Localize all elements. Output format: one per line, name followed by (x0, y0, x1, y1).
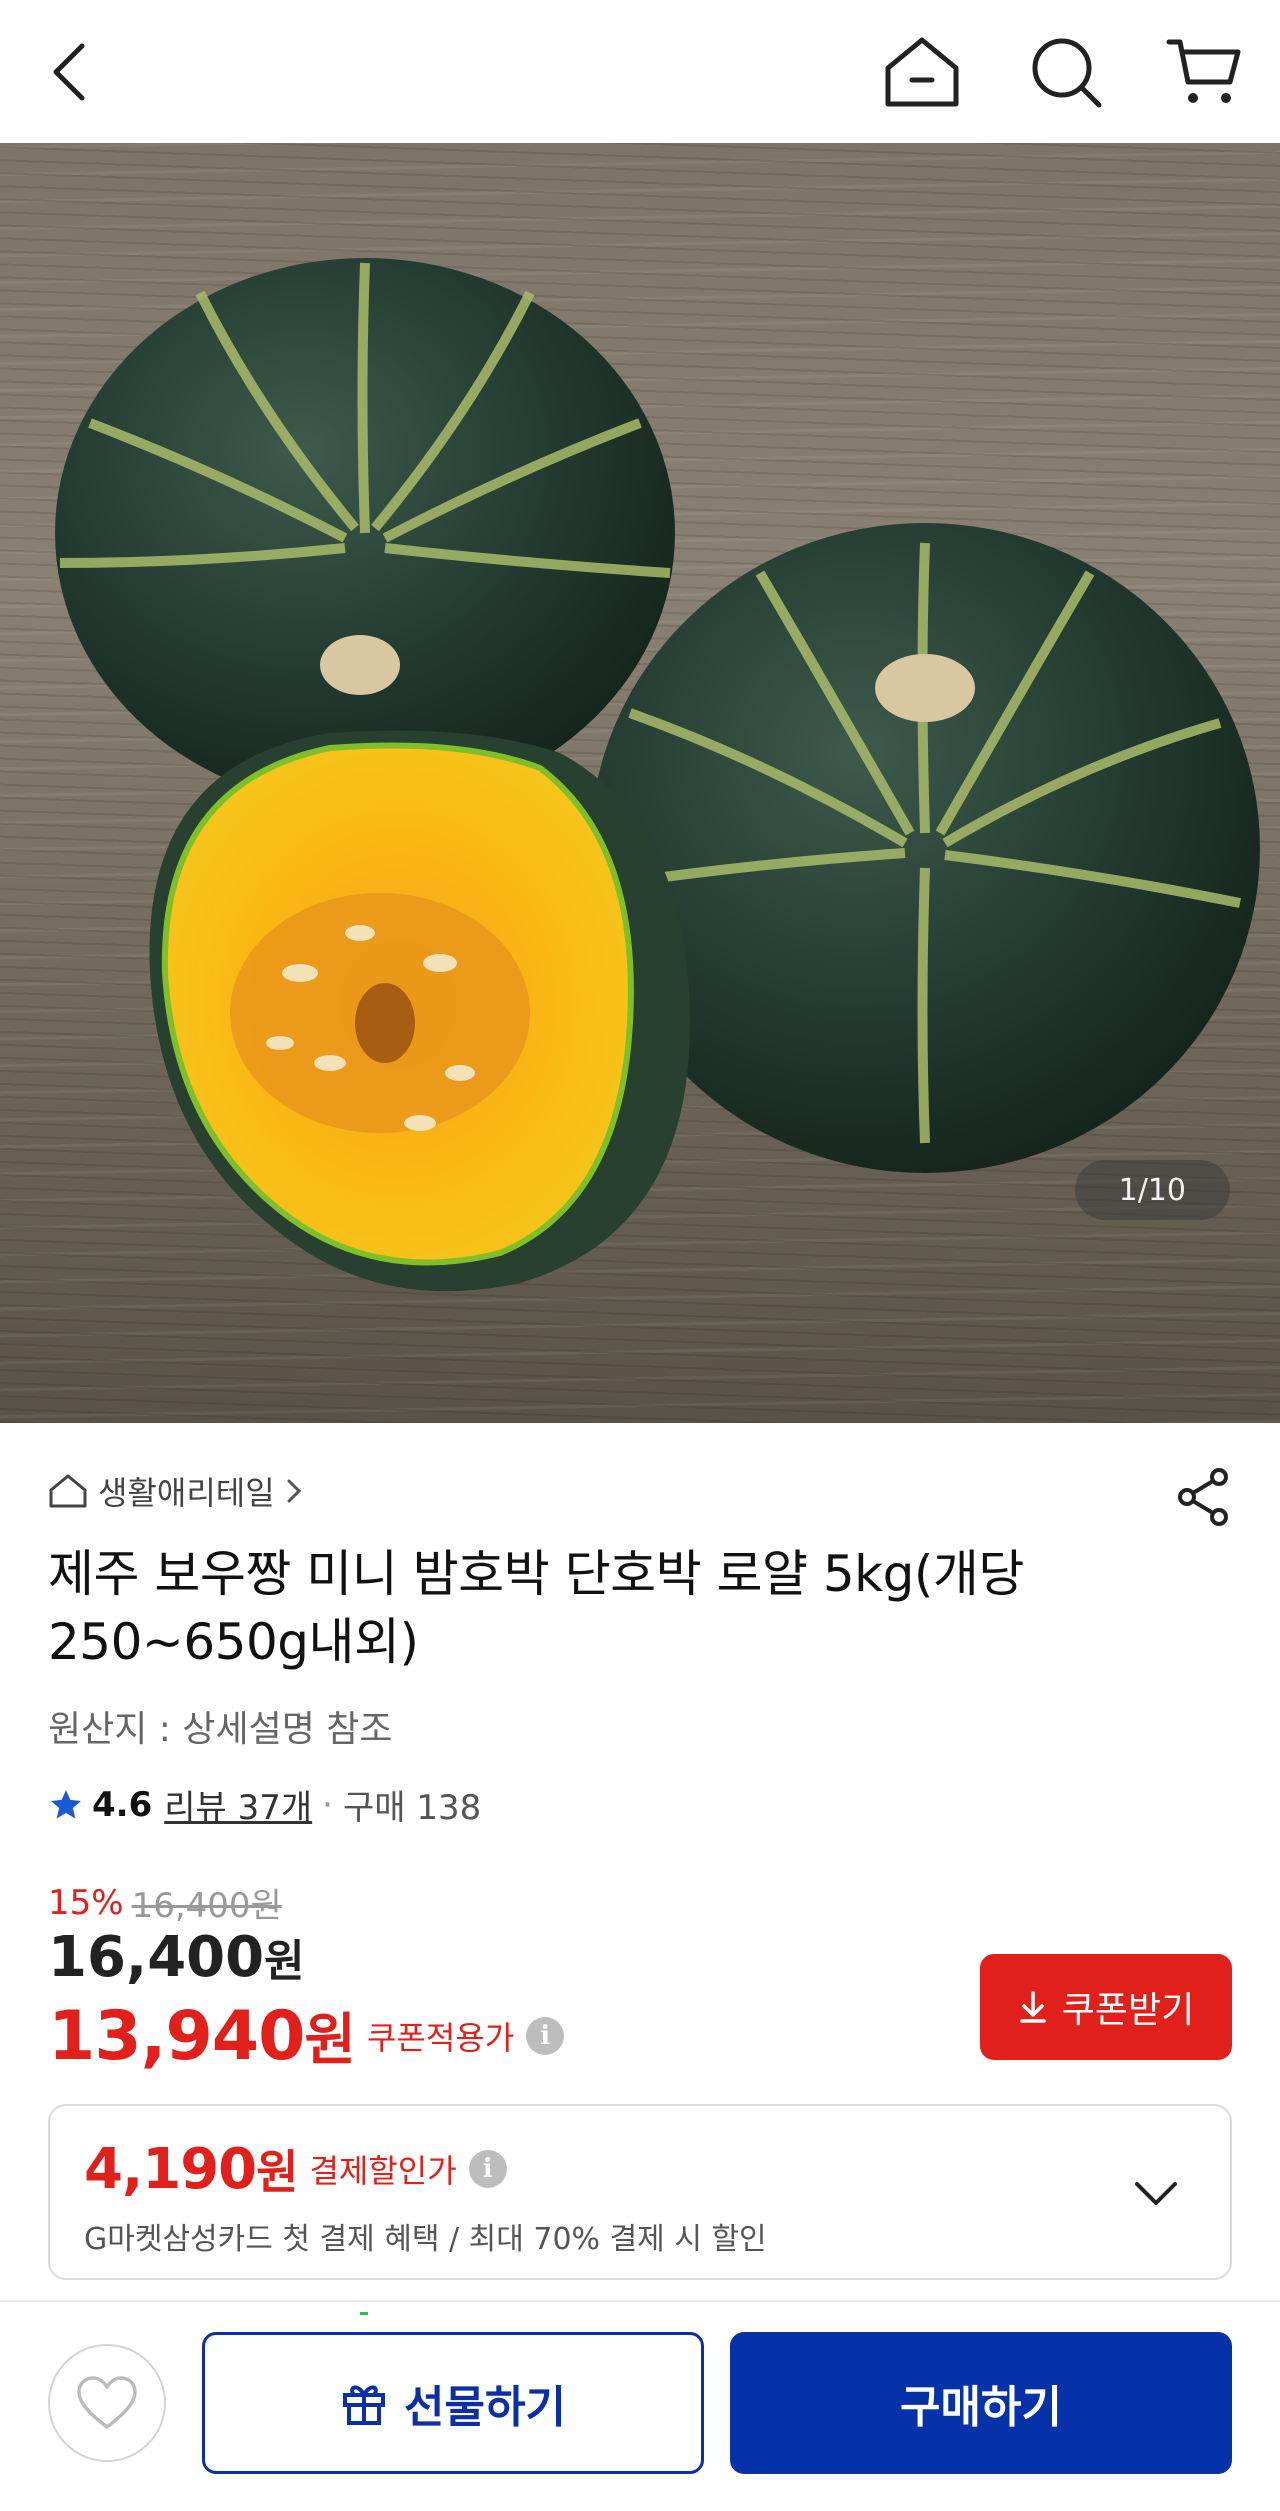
star-icon (51, 1789, 81, 1818)
discount-percent: 15% (48, 1882, 124, 1923)
sale-price: 16,400원 (48, 1925, 305, 1990)
back-icon (53, 43, 85, 101)
bottom-action-bar: 선물하기 구매하기 (0, 2300, 1280, 2511)
product-photo (55, 258, 1260, 1292)
get-coupon-label: 쿠폰받기 (1061, 1990, 1195, 2031)
sale-price-number: 16,400 (48, 1925, 265, 1990)
get-coupon-button[interactable]: 쿠폰받기 (980, 1954, 1232, 2060)
top-navigation-bar (0, 0, 1280, 143)
buy-button[interactable]: 구매하기 (730, 2332, 1232, 2474)
expand-button[interactable] (1126, 2164, 1186, 2224)
info-icon[interactable]: i (468, 2150, 507, 2188)
original-price: 16,400원 (131, 1886, 282, 1926)
share-button[interactable] (1168, 1462, 1238, 1532)
info-icon[interactable]: i (526, 2016, 565, 2055)
review-count-link[interactable]: 리뷰 37개 (164, 1780, 312, 1829)
home-button[interactable] (878, 28, 966, 116)
coupon-price-unit: 원 (304, 2008, 356, 2073)
share-icon (1178, 1468, 1228, 1526)
purchase-count: 구매 138 (342, 1788, 482, 1828)
chevron-down-icon (1135, 2182, 1177, 2205)
coupon-price-number: 13,940 (48, 1997, 305, 2076)
rating-score: 4.6 (92, 1784, 153, 1825)
payment-discount-row: 4,190원 결제할인가 i (84, 2136, 507, 2202)
cart-button[interactable] (1160, 28, 1248, 116)
coupon-price-label: 쿠폰적용가 (366, 2018, 515, 2057)
wishlist-button[interactable] (48, 2344, 166, 2462)
payment-discount-label: 결제할인가 (309, 2152, 457, 2190)
payment-discount-unit: 원 (256, 2145, 298, 2199)
sale-price-unit: 원 (264, 1936, 305, 1987)
discount-row: 15% 16,400원 (48, 1878, 282, 1927)
seller-name: 생활애리테일 (98, 1474, 275, 1512)
store-icon (49, 1474, 87, 1508)
pumpkin-cut-half (149, 730, 690, 1292)
chevron-right-icon (287, 1479, 301, 1503)
seller-link[interactable]: 생활애리테일 (48, 1468, 303, 1514)
search-icon (1032, 38, 1102, 108)
payment-discount-number: 4,190 (84, 2137, 257, 2202)
indicator-mark (360, 2312, 368, 2315)
product-title: 제주 보우짱 미니 밤호박 단호박 로얄 5kg(개당 250~650g내외) (48, 1545, 1024, 1671)
separator-dot: · (322, 1784, 333, 1825)
payment-discount-panel[interactable]: 4,190원 결제할인가 i G마켓삼성카드 첫 결제 혜택 / 최대 70% … (48, 2104, 1232, 2280)
back-button[interactable] (26, 28, 114, 116)
pumpkin-left (55, 258, 675, 808)
home-icon (885, 37, 959, 107)
product-image-carousel[interactable]: 1/10 (0, 143, 1280, 1423)
heart-icon (77, 2376, 137, 2429)
gift-button[interactable]: 선물하기 (202, 2332, 704, 2474)
gift-button-label: 선물하기 (404, 2382, 566, 2433)
search-button[interactable] (1022, 28, 1110, 116)
gift-icon (343, 2385, 386, 2425)
payment-benefit-description: G마켓삼성카드 첫 결제 혜택 / 최대 70% 결제 시 할인 (84, 2222, 767, 2257)
payment-discount-price: 4,190원 (84, 2136, 298, 2202)
rating-summary: 4.6 리뷰 37개 · 구매 138 (48, 1780, 481, 1829)
coupon-price-row: 13,940원 쿠폰적용가 i (48, 1995, 565, 2076)
image-counter: 1/10 (1074, 1160, 1230, 1220)
product-origin: 원산지 : 상세설명 참조 (48, 1709, 393, 1750)
cart-icon (1166, 39, 1241, 103)
download-icon (1020, 1991, 1046, 2023)
coupon-price: 13,940원 (48, 1995, 356, 2076)
pumpkin-right (590, 523, 1260, 1173)
